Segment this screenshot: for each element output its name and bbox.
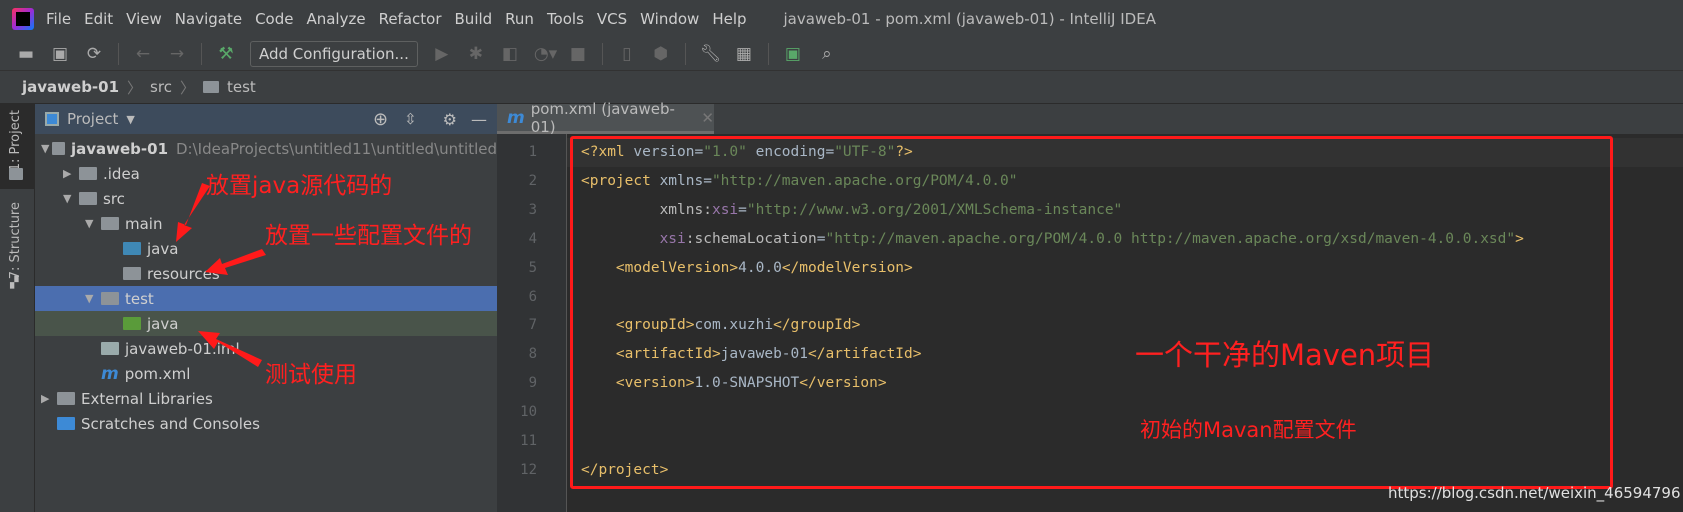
annotation-java-src: 放置java源代码的 <box>206 173 393 199</box>
annotation-resources: 放置一些配置文件的 <box>265 223 472 249</box>
annotation-arrows <box>176 183 266 367</box>
arrow-to-test-java <box>198 331 262 367</box>
watermark: https://blog.csdn.net/weixin_46594796 <box>1388 484 1681 502</box>
arrow-to-resources <box>205 249 266 275</box>
annotation-test: 测试使用 <box>265 362 357 388</box>
annotation-clean-maven: 一个干净的Maven项目 <box>1135 338 1435 372</box>
arrow-to-main-java <box>176 183 210 242</box>
annotation-initial-config: 初始的Mavan配置文件 <box>1140 418 1357 442</box>
